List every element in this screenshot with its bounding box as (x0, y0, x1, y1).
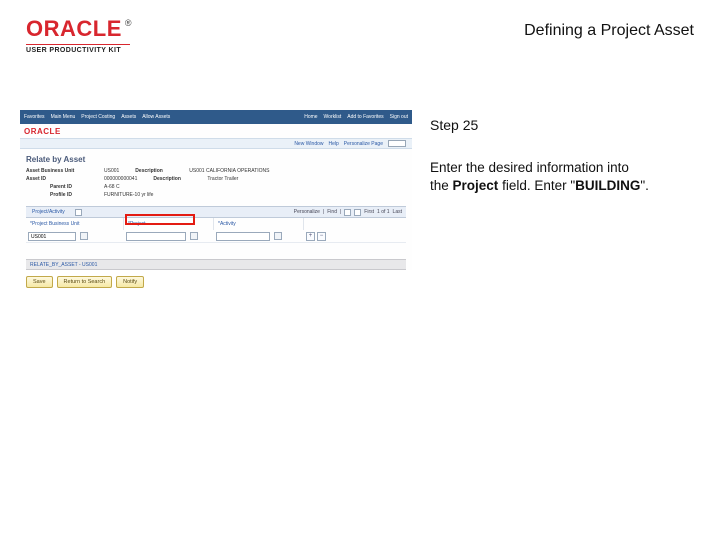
nav-home[interactable]: Home (304, 114, 317, 120)
col-project[interactable]: *Project (124, 218, 214, 230)
project-bu-input[interactable]: US001 (28, 232, 76, 241)
activity-input[interactable] (216, 232, 270, 241)
http-icon[interactable] (388, 140, 406, 147)
nav-favorites[interactable]: Favorites (24, 114, 45, 120)
component-path-band: RELATE_BY_ASSET - US001 (26, 259, 406, 270)
return-to-search-button[interactable]: Return to Search (57, 276, 113, 288)
label-profile-id: Profile ID (26, 192, 104, 198)
help-link[interactable]: Help (329, 141, 339, 147)
col-project-bu[interactable]: *Project Business Unit (26, 218, 124, 230)
col-activity[interactable]: *Activity (214, 218, 304, 230)
section-title: Relate by Asset (26, 155, 406, 164)
new-window-link[interactable]: New Window (294, 141, 323, 147)
zoom-icon[interactable] (344, 209, 351, 216)
delete-row-icon[interactable]: − (317, 232, 326, 241)
value-asset-id: 000000000041 (104, 176, 137, 182)
page-toolbar: New Window Help Personalize Page (20, 138, 412, 149)
grid-personalize-link[interactable]: Personalize (294, 209, 320, 215)
oracle-logo: ORACLE ® (26, 16, 130, 42)
grid-header: Project/Activity Personalize | Find | Fi… (26, 206, 406, 218)
grid-tab-project-activity[interactable]: Project/Activity (26, 209, 71, 215)
instr-line2c: field. Enter " (498, 178, 575, 193)
expand-grid-icon[interactable] (75, 209, 82, 216)
instr-value: BUILDING (575, 178, 640, 193)
save-button[interactable]: Save (26, 276, 53, 288)
grid-row: US001 + − (26, 230, 406, 243)
project-input[interactable] (126, 232, 186, 241)
download-icon[interactable] (354, 209, 361, 216)
instr-line2a: the (430, 178, 453, 193)
grid-last[interactable]: Last (393, 209, 402, 215)
activity-lookup-icon[interactable] (274, 232, 282, 240)
grid-column-headers: *Project Business Unit *Project *Activit… (26, 218, 406, 230)
instruction-panel: Step 25 Enter the desired information in… (430, 117, 692, 195)
grid-range: 1 of 1 (377, 209, 390, 215)
label-desc-2: Description (153, 176, 207, 182)
label-desc-1: Description (135, 168, 189, 174)
nav-main-menu[interactable]: Main Menu (51, 114, 76, 120)
app-screenshot: Favorites Main Menu Project Costing Asse… (20, 110, 412, 270)
value-desc-2: Tractor Trailer (207, 176, 238, 182)
app-brand-mini: ORACLE (20, 124, 412, 138)
product-line: USER PRODUCTIVITY KIT (26, 44, 130, 54)
grid-first[interactable]: First (364, 209, 374, 215)
registered-mark: ® (125, 18, 132, 28)
value-asset-bu: US001 (104, 168, 119, 174)
project-lookup-icon[interactable] (190, 232, 198, 240)
value-profile-id: FURNITURE-10 yr life (104, 192, 153, 198)
value-desc-1: US001 CALIFORNIA OPERATIONS (189, 168, 269, 174)
step-label: Step 25 (430, 117, 692, 133)
instr-line2e: ". (640, 178, 649, 193)
nav-project-costing[interactable]: Project Costing (81, 114, 115, 120)
notify-button[interactable]: Notify (116, 276, 144, 288)
instruction-text: Enter the desired information into the P… (430, 159, 692, 195)
brand-block: ORACLE ® USER PRODUCTIVITY KIT (26, 16, 130, 54)
nav-assets[interactable]: Assets (121, 114, 136, 120)
grid-find-link[interactable]: Find (327, 209, 337, 215)
nav-allow-assets[interactable]: Allow Assets (142, 114, 170, 120)
instr-field-name: Project (453, 178, 499, 193)
label-parent-id: Parent ID (26, 184, 104, 190)
label-asset-bu: Asset Business Unit (26, 168, 104, 174)
add-row-icon[interactable]: + (306, 232, 315, 241)
personalize-page-link[interactable]: Personalize Page (344, 141, 383, 147)
nav-worklist[interactable]: Worklist (324, 114, 342, 120)
instr-line1: Enter the desired information into (430, 160, 629, 175)
global-nav: Favorites Main Menu Project Costing Asse… (20, 110, 412, 124)
nav-signout[interactable]: Sign out (390, 114, 408, 120)
page-title: Defining a Project Asset (524, 22, 694, 40)
project-bu-lookup-icon[interactable] (80, 232, 88, 240)
oracle-mini-wordmark: ORACLE (24, 127, 61, 136)
oracle-wordmark: ORACLE (26, 16, 122, 42)
label-asset-id: Asset ID (26, 176, 104, 182)
value-parent-id: A-68 C (104, 184, 120, 190)
nav-add-favorites[interactable]: Add to Favorites (347, 114, 383, 120)
